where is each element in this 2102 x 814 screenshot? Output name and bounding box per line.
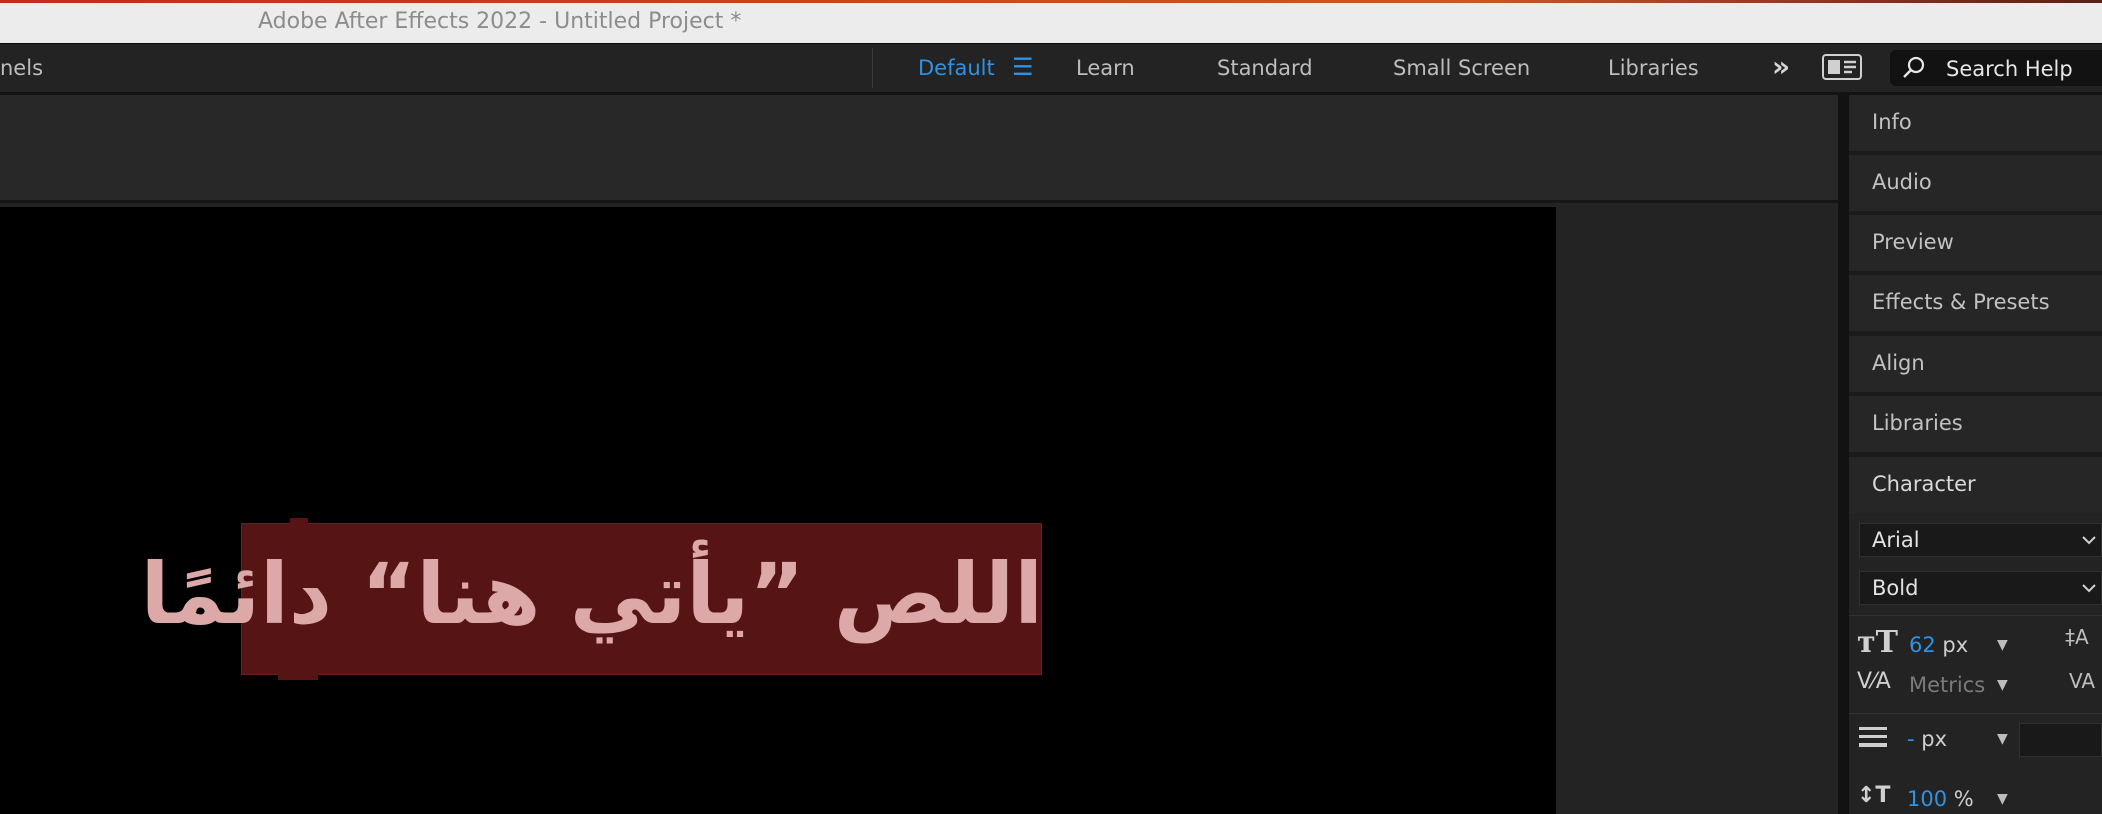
- workspace-toolbar: nels Default ☰ Learn Standard Small Scre…: [0, 44, 2102, 92]
- panel-label: Info: [1872, 110, 1912, 134]
- vertical-scale-value[interactable]: 100: [1907, 787, 1947, 811]
- kerning-value[interactable]: Metrics: [1909, 673, 1985, 697]
- text-layer-selection[interactable]: اللص ”يأتي هنا“ دائمًا: [141, 518, 1043, 680]
- panel-libraries[interactable]: Libraries: [1849, 396, 2102, 452]
- stroke-width-dropdown-icon[interactable]: ▼: [1997, 731, 2008, 747]
- workspace-tab-libraries[interactable]: Libraries: [1608, 56, 1699, 80]
- workspace-tab-small-screen[interactable]: Small Screen: [1393, 56, 1530, 80]
- title-bar: Adobe After Effects 2022 - Untitled Proj…: [0, 3, 2102, 43]
- panel-gutter: [1838, 95, 1849, 814]
- composition-viewer[interactable]: اللص ”يأتي هنا“ دائمًا: [0, 203, 1838, 814]
- stroke-width-icon: [1859, 727, 1887, 747]
- font-size-value[interactable]: 62: [1909, 633, 1936, 657]
- workspace-settings-icon[interactable]: [1822, 54, 1862, 80]
- font-size-field[interactable]: 62 px: [1909, 633, 1968, 657]
- composition-area: اللص ”يأتي هنا“ دائمًا: [0, 95, 1838, 814]
- text-layer-content[interactable]: اللص ”يأتي هنا“ دائمًا: [141, 544, 1043, 644]
- panel-character-header[interactable]: Character: [1849, 457, 2102, 513]
- right-panel-dock: Info Audio Preview Effects & Presets Ali…: [1849, 95, 2102, 814]
- divider: [872, 48, 873, 88]
- kerning-dropdown-icon[interactable]: ▼: [1997, 677, 2008, 693]
- more-workspaces-icon[interactable]: »: [1772, 50, 1790, 83]
- divider: [1849, 615, 2102, 616]
- vertical-scale-field[interactable]: 100 %: [1907, 787, 1974, 811]
- workspace-tab-default[interactable]: Default: [918, 56, 995, 80]
- workspace-menu-icon[interactable]: ☰: [1012, 53, 1034, 81]
- composition-header-panel: [0, 95, 1838, 200]
- stroke-width-value[interactable]: -: [1907, 727, 1915, 751]
- font-family-dropdown[interactable]: Arial: [1859, 523, 2102, 557]
- vertical-scale-icon: ↕T: [1857, 783, 1891, 808]
- composition-canvas[interactable]: اللص ”يأتي هنا“ دائمًا: [0, 207, 1556, 814]
- window-title: Adobe After Effects 2022 - Untitled Proj…: [258, 9, 742, 34]
- stroke-width-field[interactable]: - px: [1907, 727, 1947, 751]
- panel-label: Effects & Presets: [1872, 290, 2050, 314]
- panel-align[interactable]: Align: [1849, 336, 2102, 392]
- tracking-icon: VA: [2069, 669, 2096, 693]
- panels-menu-label[interactable]: nels: [0, 56, 43, 80]
- divider: [1849, 713, 2102, 714]
- chevron-down-icon: [2082, 584, 2096, 593]
- panel-effects-presets[interactable]: Effects & Presets: [1849, 275, 2102, 331]
- stroke-style-dropdown[interactable]: [2019, 723, 2102, 757]
- search-icon: [1903, 56, 1925, 78]
- panel-label: Libraries: [1872, 411, 1963, 435]
- panel-preview[interactable]: Preview: [1849, 215, 2102, 271]
- panel-audio[interactable]: Audio: [1849, 155, 2102, 211]
- workspace-tab-standard[interactable]: Standard: [1217, 56, 1313, 80]
- chevron-down-icon: [2082, 536, 2096, 545]
- font-family-value: Arial: [1872, 528, 1920, 552]
- text-cursor-handle: [278, 672, 318, 680]
- font-size-dropdown-icon[interactable]: ▼: [1997, 637, 2008, 653]
- stroke-width-unit: px: [1921, 727, 1948, 751]
- character-panel: Arial Bold ᴛT 62 px ▼ ‡A V⁄A Metrics ▼ V…: [1849, 513, 2102, 814]
- font-size-unit: px: [1942, 633, 1969, 657]
- text-cursor-handle: [290, 518, 308, 526]
- search-help-field[interactable]: Search Help: [1890, 50, 2102, 86]
- vertical-scale-dropdown-icon[interactable]: ▼: [1997, 791, 2008, 807]
- leading-icon: ‡A: [2065, 625, 2089, 649]
- panel-info[interactable]: Info: [1849, 95, 2102, 151]
- panel-label: Audio: [1872, 170, 1932, 194]
- character-panel-title: Character: [1872, 472, 1976, 496]
- panel-label: Align: [1872, 351, 1925, 375]
- vertical-scale-unit: %: [1953, 787, 1974, 811]
- search-help-label: Search Help: [1946, 57, 2073, 81]
- kerning-icon: V⁄A: [1857, 669, 1891, 694]
- font-size-icon: ᴛT: [1857, 625, 1898, 660]
- font-style-dropdown[interactable]: Bold: [1859, 571, 2102, 605]
- workspace-tab-learn[interactable]: Learn: [1076, 56, 1135, 80]
- panel-label: Preview: [1872, 230, 1954, 254]
- font-style-value: Bold: [1872, 576, 1919, 600]
